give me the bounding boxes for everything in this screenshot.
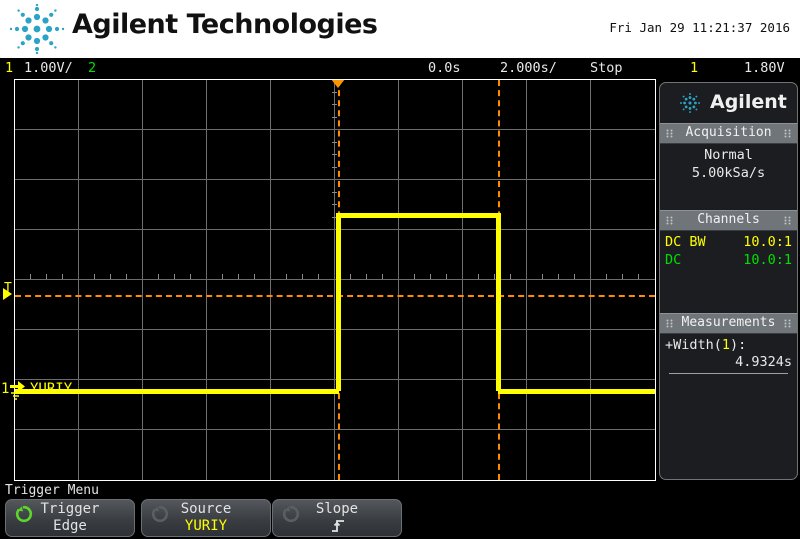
- sidepanel-brand: Agilent: [710, 91, 787, 113]
- acquisition-sample-rate: 5.00kSa/s: [691, 165, 766, 181]
- measurement-value: 4.9324s: [735, 354, 792, 370]
- measurements-title: Measurements: [681, 315, 776, 330]
- ground-icon[interactable]: [9, 379, 31, 401]
- grip-dots-icon: [784, 129, 791, 138]
- agilent-starburst-icon: [9, 4, 65, 54]
- softkey-source-label: Source: [180, 501, 232, 517]
- acquisition-mode: Normal: [704, 147, 753, 163]
- graticule-grid: [15, 80, 655, 480]
- side-info-panel: Agilent Acquisition Normal 5.00kSa/s Cha…: [659, 82, 798, 480]
- status-channel1-scale[interactable]: 1.00V/: [24, 60, 73, 76]
- waveform-edge-rising: [336, 213, 341, 391]
- bottom-menu-title: Trigger Menu: [5, 483, 99, 498]
- trigger-level-marker-icon[interactable]: [3, 288, 12, 300]
- status-delay[interactable]: 0.0s: [428, 60, 461, 76]
- channel1-coupling: DC BW: [665, 234, 706, 250]
- channel-row[interactable]: DC 10.0:1: [665, 251, 792, 269]
- waveform-trace-low-right: [498, 389, 655, 394]
- softkey-slope[interactable]: Slope: [272, 499, 402, 537]
- agilent-starburst-icon: [680, 93, 700, 113]
- acquisition-section-header[interactable]: Acquisition: [660, 123, 797, 144]
- trigger-position-marker-icon[interactable]: [331, 80, 345, 88]
- channel2-coupling: DC: [665, 252, 682, 268]
- grip-dots-icon: [784, 319, 791, 328]
- softkey-source[interactable]: Source YURIY: [141, 499, 271, 537]
- softkey-trigger[interactable]: Trigger Edge: [5, 499, 135, 537]
- measurements-section-header[interactable]: Measurements: [660, 313, 797, 334]
- measurements-section-body: +Width(1): 4.9324s: [660, 334, 797, 378]
- channel1-probe-ratio: 10.0:1: [743, 234, 792, 250]
- softkey-source-value: YURIY: [184, 518, 228, 534]
- measurement-divider: [669, 373, 788, 374]
- channels-section-body: DC BW 10.0:1 DC 10.0:1: [660, 231, 797, 313]
- acquisition-section-body: Normal 5.00kSa/s: [660, 144, 797, 210]
- measurement-label: +Width(1):: [665, 336, 792, 354]
- channel-row[interactable]: DC BW 10.0:1: [665, 233, 792, 251]
- waveform-trace-high: [338, 213, 499, 218]
- measurement-source: 1: [721, 337, 731, 353]
- status-trigger-source[interactable]: 1: [690, 60, 698, 76]
- status-trigger-level[interactable]: 1.80V: [744, 60, 785, 76]
- sidepanel-logo: Agilent: [660, 83, 797, 123]
- status-timebase[interactable]: 2.000s/: [500, 60, 557, 76]
- status-bar: 1 1.00V/ 2 0.0s 2.000s/ Stop 1 1.80V: [0, 58, 800, 133]
- waveform-edge-falling: [496, 213, 501, 391]
- softkey-trigger-value: Edge: [53, 518, 87, 534]
- measurement-label-suffix: ):: [730, 337, 747, 353]
- channel2-probe-ratio: 10.0:1: [743, 252, 792, 268]
- rising-edge-icon: [332, 520, 344, 532]
- softkey-trigger-label: Trigger: [40, 501, 100, 517]
- softkey-slope-label: Slope: [315, 501, 359, 517]
- status-channel1-number[interactable]: 1: [5, 60, 13, 76]
- measurement-name: +Width(: [665, 337, 722, 353]
- status-run-state[interactable]: Stop: [590, 60, 623, 76]
- channels-title: Channels: [697, 212, 760, 227]
- oscilloscope-screen: Agilent Technologies Fri Jan 29 11:21:37…: [0, 0, 800, 539]
- app-header: Agilent Technologies Fri Jan 29 11:21:37…: [0, 0, 800, 58]
- waveform-display[interactable]: [14, 79, 656, 481]
- brand-title: Agilent Technologies: [72, 9, 378, 40]
- channel1-source-label: YURIY: [30, 381, 73, 397]
- status-channel2-number[interactable]: 2: [88, 60, 96, 76]
- trigger-level-cursor[interactable]: [15, 295, 655, 297]
- acquisition-title: Acquisition: [685, 125, 772, 140]
- channels-section-header[interactable]: Channels: [660, 210, 797, 231]
- datetime-display: Fri Jan 29 11:21:37 2016: [609, 20, 790, 35]
- grip-dots-icon: [784, 216, 791, 225]
